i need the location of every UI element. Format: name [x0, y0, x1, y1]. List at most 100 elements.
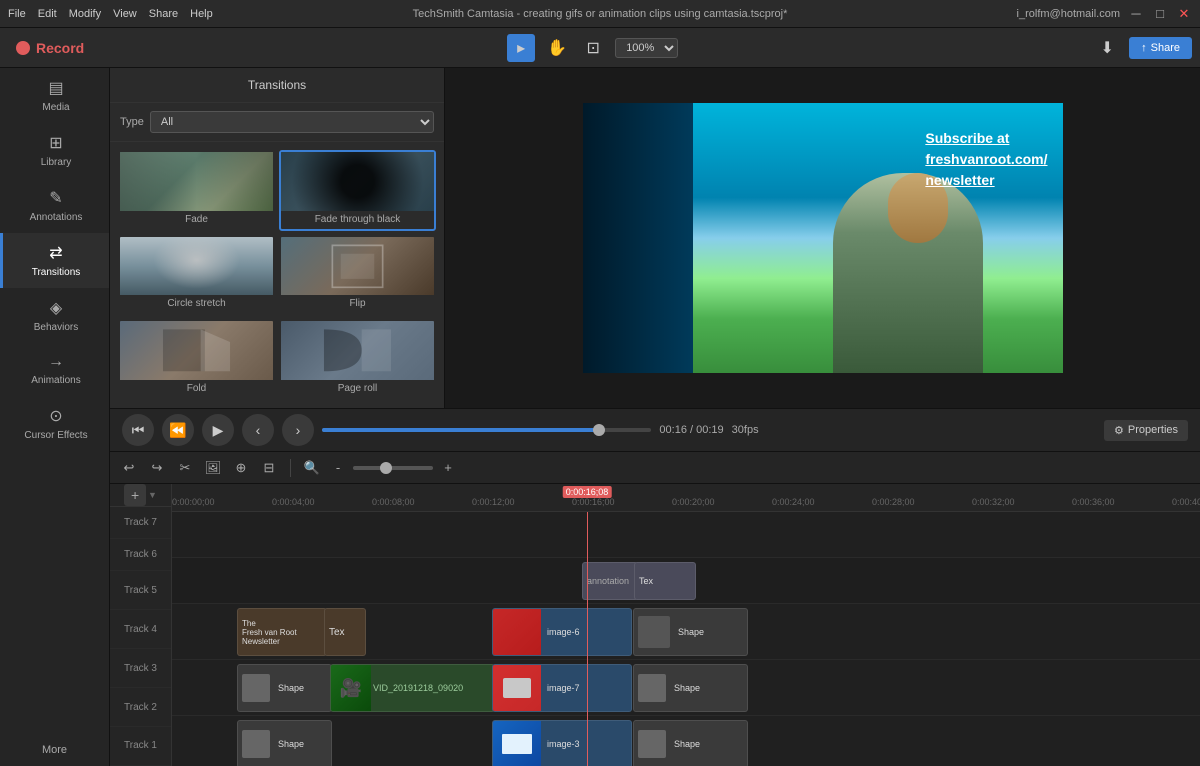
page-roll-thumbnail	[281, 321, 434, 380]
track-clip-image-7[interactable]: image-7	[492, 664, 632, 712]
filter-label: Type	[120, 116, 144, 128]
sidebar-item-library[interactable]: ⊞ Library	[0, 123, 109, 178]
main-area: ▤ Media ⊞ Library ✎ Annotations ⇄ Transi…	[0, 68, 1200, 766]
timeline-toolbar: ↩ ↪ ✂ 🖼 ⊕ ⊟ 🔍 - +	[110, 452, 1200, 484]
track-clip-video[interactable]: 🎥 VID_20191218_09020	[330, 664, 495, 712]
track-label-1: Track 1	[110, 727, 171, 766]
track-clip-shape-4a[interactable]: Shape	[237, 664, 332, 712]
track-clip-shape-4b[interactable]: Shape	[633, 664, 748, 712]
annotations-icon: ✎	[49, 188, 62, 208]
zoom-in-button[interactable]: +	[437, 457, 459, 479]
track-row-3: Shape image-3	[172, 716, 1200, 766]
track-label-6: Track 6	[110, 539, 171, 571]
circle-stretch-thumbnail	[120, 237, 273, 296]
track-row-5: The Fresh van Root Newsletter Tex	[172, 604, 1200, 660]
add-track-button[interactable]: +	[124, 484, 146, 506]
track-clip-image-3[interactable]: image-3	[492, 720, 632, 766]
sidebar-item-annotations[interactable]: ✎ Annotations	[0, 178, 109, 233]
menu-help[interactable]: Help	[190, 8, 213, 20]
crop-tool[interactable]: ⊡	[579, 34, 607, 62]
sidebar-item-media[interactable]: ▤ Media	[0, 68, 109, 123]
transition-circle-stretch[interactable]: Circle stretch	[118, 235, 275, 316]
menu-edit[interactable]: Edit	[38, 8, 57, 20]
redo-button[interactable]: ↪	[146, 457, 168, 479]
play-button[interactable]: ▶	[202, 414, 234, 446]
zoom-fit-button[interactable]: 🔍	[301, 457, 323, 479]
playhead-time-display: 0:00:16;08	[563, 486, 612, 498]
transition-fade[interactable]: Fade	[118, 150, 275, 231]
save-frame-button[interactable]: 🖼	[202, 457, 224, 479]
track-clip-image-6[interactable]: image-6	[492, 608, 632, 656]
sidebar-item-animations[interactable]: → Animations	[0, 343, 109, 396]
track-clip-newsletter-text[interactable]: The Fresh van Root Newsletter	[237, 608, 327, 656]
sidebar-item-transitions[interactable]: ⇄ Transitions	[0, 233, 109, 288]
fade-thumbnail	[120, 152, 273, 211]
track-clip-annotation[interactable]: annotation	[582, 562, 638, 600]
menu-view[interactable]: View	[113, 8, 137, 20]
transitions-panel: Transitions Type All Basic 3D	[110, 68, 445, 408]
cursor-icon: ⊙	[49, 406, 62, 426]
sidebar-more-button[interactable]: More	[0, 734, 109, 766]
circle-stretch-label: Circle stretch	[167, 295, 225, 313]
toolbar: Record ▸ ✋ ⊡ 100% 75% 50% 200% ⬇ ↑ Share	[0, 28, 1200, 68]
transition-flip[interactable]: Flip	[279, 235, 436, 316]
library-icon: ⊞	[49, 133, 62, 153]
zoom-controls: 🔍 - +	[301, 457, 459, 479]
menu-bar: File Edit Modify View Share Help	[8, 8, 213, 20]
record-button[interactable]: Record	[8, 36, 92, 60]
menu-file[interactable]: File	[8, 8, 26, 20]
track-row-4: Shape 🎥 VID_20191218_09020	[172, 660, 1200, 716]
sidebar-item-cursor-effects[interactable]: ⊙ Cursor Effects	[0, 396, 109, 451]
tracks-area: 0:00:16;08 0:00:00;00 0:00:04;00 0:00:08…	[172, 484, 1200, 766]
track-clip-tex-6[interactable]: Tex	[634, 562, 696, 600]
content-area: Transitions Type All Basic 3D	[110, 68, 1200, 766]
prev-frame-button[interactable]: ‹	[242, 414, 274, 446]
hand-tool[interactable]: ✋	[543, 34, 571, 62]
win-btn-minimize[interactable]: ─	[1128, 6, 1144, 22]
type-filter-select[interactable]: All Basic 3D	[150, 111, 434, 133]
next-frame-button[interactable]: ›	[282, 414, 314, 446]
flip-label: Flip	[349, 295, 365, 313]
win-btn-close[interactable]: ✕	[1176, 6, 1192, 22]
undo-button[interactable]: ↩	[118, 457, 140, 479]
track-clip-shape-5[interactable]: Shape	[633, 608, 748, 656]
track-options-button[interactable]: ⊟	[258, 457, 280, 479]
transitions-grid: Fade Fade through black	[110, 142, 444, 408]
zoom-out-button[interactable]: -	[327, 457, 349, 479]
step-back-button[interactable]: ⏪	[162, 414, 194, 446]
win-btn-maximize[interactable]: □	[1152, 6, 1168, 22]
track-clip-shape-3b[interactable]: Shape	[633, 720, 748, 766]
track-clip-tex-5[interactable]: Tex	[324, 608, 366, 656]
transition-fade-through-black[interactable]: Fade through black	[279, 150, 436, 231]
transition-page-roll[interactable]: Page roll	[279, 319, 436, 400]
track-header-add: + ▼	[110, 484, 171, 507]
ruler: 0:00:16;08 0:00:00;00 0:00:04;00 0:00:08…	[172, 484, 1200, 512]
zoom-slider[interactable]	[353, 466, 433, 470]
properties-button[interactable]: ⚙ Properties	[1104, 420, 1188, 441]
zoom-select[interactable]: 100% 75% 50% 200%	[615, 38, 678, 58]
track-label-5: Track 5	[110, 571, 171, 610]
tracks-container: annotation Tex The Fre	[172, 512, 1200, 766]
sidebar: ▤ Media ⊞ Library ✎ Annotations ⇄ Transi…	[0, 68, 110, 766]
timeline-main: + ▼ Track 7 Track 6 Track 5 Track 4 Trac…	[110, 484, 1200, 766]
top-content: Transitions Type All Basic 3D	[110, 68, 1200, 408]
skip-to-start-button[interactable]: ⏮	[122, 414, 154, 446]
menu-share[interactable]: Share	[149, 8, 178, 20]
cut-button[interactable]: ✂	[174, 457, 196, 479]
menu-modify[interactable]: Modify	[69, 8, 101, 20]
track-label-2: Track 2	[110, 688, 171, 727]
fade-label: Fade	[185, 211, 208, 229]
user-account[interactable]: i_rolfm@hotmail.com	[1017, 8, 1120, 20]
progress-bar[interactable]	[322, 428, 651, 432]
preview-text-overlay: Subscribe atfreshvanroot.com/newsletter	[925, 128, 1047, 191]
share-button[interactable]: ↑ Share	[1129, 37, 1192, 59]
track-clip-shape-3a[interactable]: Shape	[237, 720, 332, 766]
sidebar-item-behaviors[interactable]: ◈ Behaviors	[0, 288, 109, 343]
transition-fold[interactable]: Fold	[118, 319, 275, 400]
progress-fill	[322, 428, 599, 432]
track-label-3: Track 3	[110, 649, 171, 688]
split-button[interactable]: ⊕	[230, 457, 252, 479]
download-icon[interactable]: ⬇	[1093, 34, 1121, 62]
select-tool[interactable]: ▸	[507, 34, 535, 62]
transitions-icon: ⇄	[49, 243, 62, 263]
